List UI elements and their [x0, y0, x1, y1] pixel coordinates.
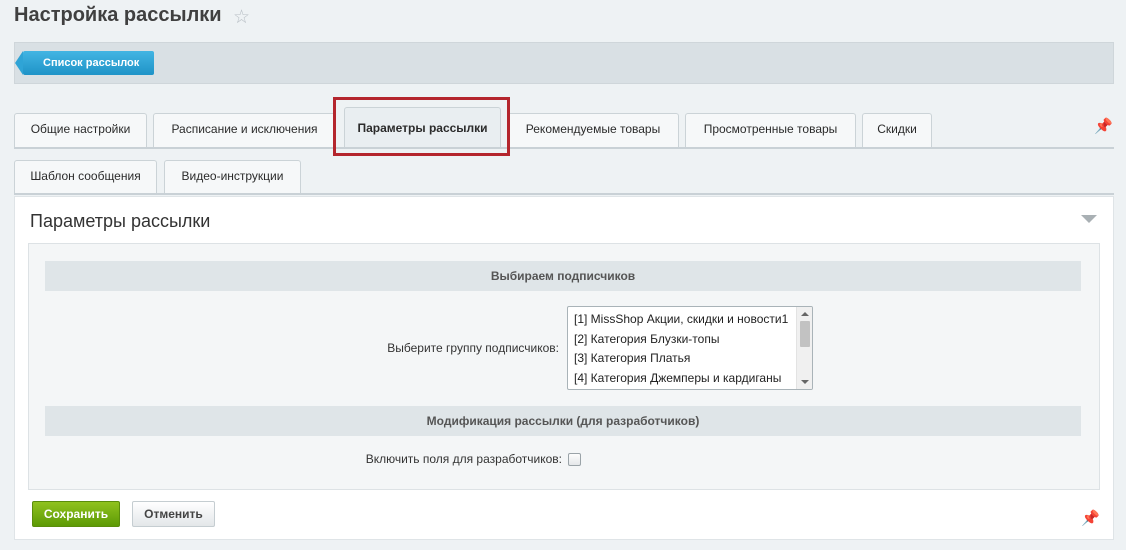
tabs-divider: [14, 147, 1114, 149]
subscriber-group-select[interactable]: [1] MissShop Акции, скидки и новости1 [2…: [567, 306, 813, 390]
listbox-scrollbar[interactable]: [796, 307, 812, 389]
tab-general-settings[interactable]: Общие настройки: [14, 113, 147, 147]
toolbar: Список рассылок: [14, 42, 1114, 84]
tab-recommended-products[interactable]: Рекомендуемые товары: [507, 113, 679, 147]
scroll-down-icon[interactable]: [801, 380, 809, 384]
tab-message-template[interactable]: Шаблон сообщения: [14, 160, 157, 194]
list-item[interactable]: [3] Категория Платья: [568, 349, 796, 369]
scroll-thumb[interactable]: [800, 321, 810, 347]
section-header-modification: Модификация рассылки (для разработчиков): [45, 406, 1081, 436]
list-item[interactable]: [2] Категория Блузки-топы: [568, 330, 796, 350]
list-item[interactable]: [1] MissShop Акции, скидки и новости1: [568, 310, 796, 330]
star-icon[interactable]: ☆: [233, 8, 253, 28]
section-header-subscribers: Выбираем подписчиков: [45, 261, 1081, 291]
tab-discounts[interactable]: Скидки: [862, 113, 932, 147]
form-area: Выбираем подписчиков Выберите группу под…: [28, 243, 1100, 490]
panel-title: Параметры рассылки: [30, 211, 211, 231]
chevron-down-icon[interactable]: [1081, 215, 1097, 223]
dev-fields-label: Включить поля для разработчиков:: [365, 452, 562, 466]
tab-schedule[interactable]: Расписание и исключения: [153, 113, 336, 147]
list-item[interactable]: [4] Категория Джемперы и кардиганы: [568, 369, 796, 389]
save-button[interactable]: Сохранить: [32, 501, 120, 527]
mailing-list-button[interactable]: Список рассылок: [14, 51, 155, 75]
cancel-button[interactable]: Отменить: [132, 501, 215, 527]
tabs-row-1: Общие настройки Расписание и исключения …: [14, 107, 1114, 149]
pin-icon[interactable]: 📌: [1081, 509, 1100, 527]
subscriber-group-label: Выберите группу подписчиков:: [387, 341, 559, 355]
scroll-up-icon[interactable]: [801, 312, 809, 316]
page-title: Настройка рассылки: [14, 4, 222, 26]
settings-panel: Параметры рассылки Выбираем подписчиков …: [14, 196, 1114, 540]
tab-mailing-parameters[interactable]: Параметры рассылки: [344, 107, 501, 147]
tabs-row-2: Шаблон сообщения Видео-инструкции: [14, 160, 414, 196]
tabs-divider-2: [14, 193, 1114, 195]
tab-video-instructions[interactable]: Видео-инструкции: [164, 160, 301, 194]
pin-icon[interactable]: 📌: [1094, 117, 1113, 135]
tab-viewed-products[interactable]: Просмотренные товары: [685, 113, 856, 147]
dev-fields-checkbox[interactable]: [568, 453, 581, 466]
